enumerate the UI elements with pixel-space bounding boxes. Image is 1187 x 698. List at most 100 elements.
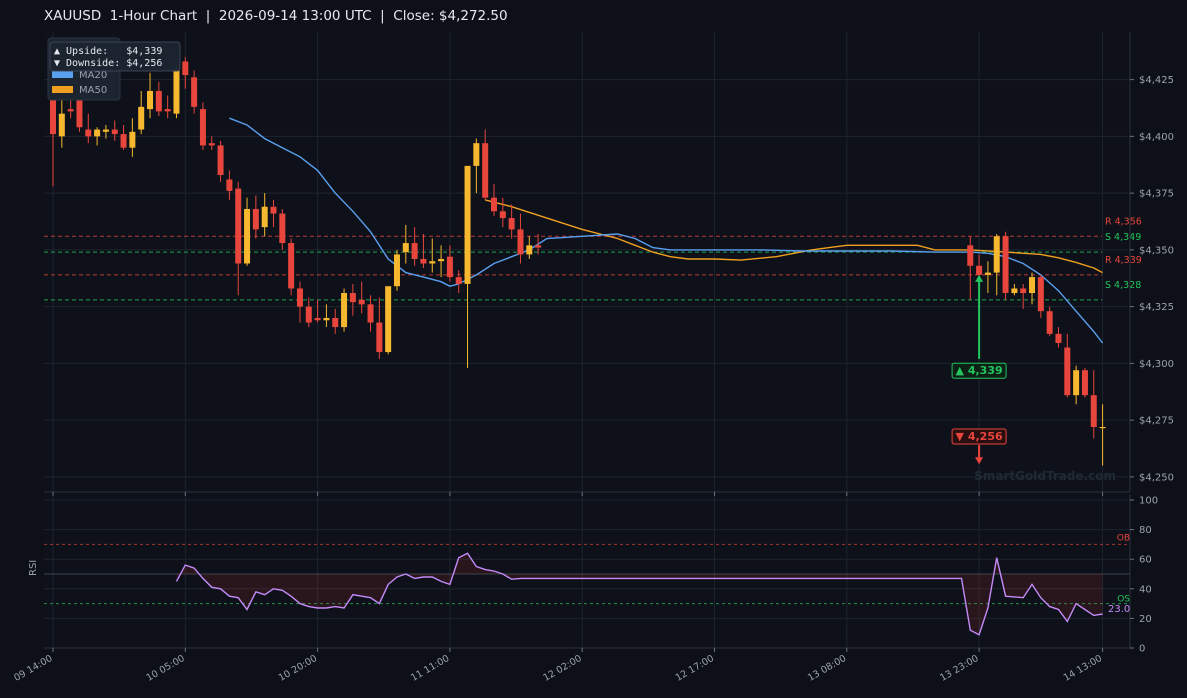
candle-body (147, 90, 154, 110)
candle-body (94, 129, 101, 137)
candle-body (508, 218, 515, 230)
candle-body (120, 134, 127, 148)
candle-body (393, 254, 400, 287)
price-y-tick: $4,375 (1139, 189, 1174, 200)
candle-body (385, 286, 392, 353)
candle-body (438, 258, 445, 262)
candle-body (261, 206, 268, 228)
legend-ma50: MA50 (79, 85, 107, 96)
candle-body (349, 293, 356, 303)
rsi-ob-label: OB (1117, 533, 1130, 543)
rsi-y-tick: 80 (1139, 525, 1152, 536)
candle-body (1099, 426, 1106, 429)
candle-body (1081, 370, 1088, 396)
chart-canvas: R 4,356S 4,349R 4,339S 4,328 OBOS23.0 ▲ … (12, 32, 1174, 684)
candle-body (526, 245, 533, 255)
candle-body (332, 317, 339, 328)
rsi-axis-label: RSI (28, 560, 39, 576)
x-tick-label: 09 14:00 (12, 653, 54, 684)
watermark: SmartGoldTrade.com (974, 469, 1116, 483)
candle-body (191, 77, 198, 107)
candle-body (517, 229, 524, 255)
candle-body (270, 206, 277, 214)
candle-body (1090, 395, 1097, 427)
candle-body (341, 293, 348, 328)
x-tick-label: 10 05:00 (144, 653, 186, 684)
candle-body (1029, 277, 1036, 294)
level-label-support: S 4,328 (1105, 280, 1141, 291)
targets-box: ▲ Upside: $4,339 ▼ Downside: $4,256 (49, 41, 181, 72)
candle-body (429, 261, 436, 264)
candle-body (323, 317, 330, 321)
candle-body (420, 258, 427, 264)
candle-body (976, 265, 983, 275)
x-tick-label: 13 23:00 (938, 653, 980, 684)
candle-body (967, 245, 974, 266)
candle-body (296, 288, 303, 307)
candle-body (85, 129, 92, 137)
x-tick-label: 13 08:00 (806, 653, 848, 684)
upside-callout: ▲ 4,339 (956, 364, 1003, 377)
candle-body (67, 109, 74, 112)
price-y-tick: $4,275 (1139, 416, 1174, 427)
price-y-tick: $4,300 (1139, 359, 1174, 370)
ma50-swatch (52, 86, 73, 93)
candle-body (129, 131, 136, 148)
candle-body (535, 245, 542, 248)
candle-body (1046, 311, 1053, 334)
candle-body (199, 109, 206, 146)
candle-body (1011, 288, 1018, 294)
candle-body (208, 143, 215, 146)
candle-body (482, 143, 489, 198)
rsi-y-tick: 100 (1139, 496, 1158, 507)
x-tick-label: 11 11:00 (409, 653, 451, 684)
candle-body (182, 61, 189, 76)
candle-body (1073, 370, 1080, 396)
candle-body (376, 322, 383, 353)
candle-body (1055, 333, 1062, 343)
candle-body (499, 211, 506, 219)
candle-body (411, 243, 418, 259)
candle-body (244, 209, 251, 264)
candle-body (993, 236, 1000, 273)
candle-body (252, 209, 259, 230)
candle-body (50, 95, 56, 135)
candle-body (217, 145, 224, 175)
level-label-resistance: R 4,356 (1105, 216, 1142, 227)
candle-body (138, 106, 145, 130)
candle-body (102, 129, 109, 132)
upside-target-label: ▲ Upside: $4,339 (54, 46, 162, 57)
price-y-tick: $4,350 (1139, 245, 1174, 256)
candle-body (984, 272, 991, 275)
level-label-resistance: R 4,339 (1105, 255, 1142, 266)
candle-body (305, 306, 312, 323)
candle-body (164, 109, 171, 112)
candle-body (226, 179, 233, 191)
x-tick-label: 12 17:00 (674, 653, 716, 684)
rsi-y-tick: 60 (1139, 555, 1152, 566)
candle-body (491, 197, 497, 212)
rsi-panel-bg (44, 494, 1130, 648)
candle-body (464, 165, 471, 284)
candle-body (446, 256, 453, 278)
rsi-last-value: 23.0 (1108, 604, 1130, 615)
price-panel-bg (44, 32, 1130, 492)
level-label-support: S 4,349 (1105, 232, 1141, 243)
candle-body (402, 243, 409, 253)
rsi-y-tick: 20 (1139, 614, 1152, 625)
price-y-tick: $4,250 (1139, 472, 1174, 483)
rsi-y-tick: 40 (1139, 584, 1152, 595)
x-tick-label: 10 20:00 (277, 653, 319, 684)
price-y-tick: $4,325 (1139, 302, 1174, 313)
candle-body (111, 129, 118, 135)
candle-body (473, 143, 480, 166)
x-tick-label: 12 02:00 (541, 653, 583, 684)
candle-body (358, 299, 365, 305)
candle-body (279, 213, 286, 244)
price-y-tick: $4,425 (1139, 75, 1174, 86)
candle-body (235, 188, 242, 264)
candle-body (1020, 288, 1027, 294)
downside-target-label: ▼ Downside: $4,256 (54, 58, 162, 69)
candle-body (1002, 236, 1009, 294)
candle-body (288, 243, 295, 289)
